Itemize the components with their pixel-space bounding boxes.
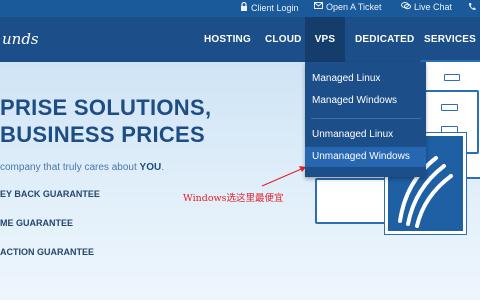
nav-hosting[interactable]: HOSTING [204,17,251,62]
menu-divider [311,118,421,119]
feature-satisfaction: ACTION GUARANTEE [0,247,94,257]
server-slot [441,126,458,133]
feature-uptime: ME GUARANTEE [0,218,74,228]
client-login-label: Client Login [251,2,299,13]
chat-icon [401,2,411,12]
menu-item-managed-linux[interactable]: Managed Linux [305,69,426,89]
open-ticket-label: Open A Ticket [326,2,382,12]
hero-subtitle-period: . [161,162,164,173]
nav-vps[interactable]: VPS [305,17,345,62]
hero-subtitle-text: company that truly cares about [0,162,140,173]
menu-item-unmanaged-linux[interactable]: Unmanaged Linux [305,125,426,145]
live-chat-label: Live Chat [414,2,453,12]
phone-icon [468,2,476,13]
server-slot [444,74,460,81]
hero-title-line1: PRISE SOLUTIONS, [0,95,212,120]
server-rack-low [315,178,389,224]
server-slot [441,104,458,111]
top-utility-bar: Client Login Open A Ticket Live Chat [0,0,480,17]
site-logo[interactable]: unds [2,30,39,48]
hero-subtitle-emphasis: YOU [139,162,162,173]
phone-link[interactable] [468,2,476,13]
vps-dropdown-menu: Managed Linux Managed Windows Unmanaged … [305,62,426,177]
nav-services[interactable]: SERVICES [424,17,476,62]
annotation-note: Windows选这里最便宜 [183,193,284,204]
menu-item-managed-windows[interactable]: Managed Windows [305,91,426,111]
open-ticket-link[interactable]: Open A Ticket [314,2,382,12]
ticket-icon [314,2,323,12]
feature-money-back: EY BACK GUARANTEE [0,189,100,199]
nav-dedicated[interactable]: DEDICATED [355,17,414,62]
live-chat-link[interactable]: Live Chat [401,2,452,12]
hero-title-line2: BUSINESS PRICES [0,122,205,147]
lock-icon [240,1,248,13]
hero-subtitle: company that truly cares about YOU. [0,162,164,173]
menu-item-unmanaged-windows[interactable]: Unmanaged Windows [305,147,426,167]
nav-cloud[interactable]: CLOUD [265,17,302,62]
main-nav: unds HOSTING CLOUD VPS DEDICATED SERVICE… [0,17,480,62]
client-login-link[interactable]: Client Login [240,1,299,13]
